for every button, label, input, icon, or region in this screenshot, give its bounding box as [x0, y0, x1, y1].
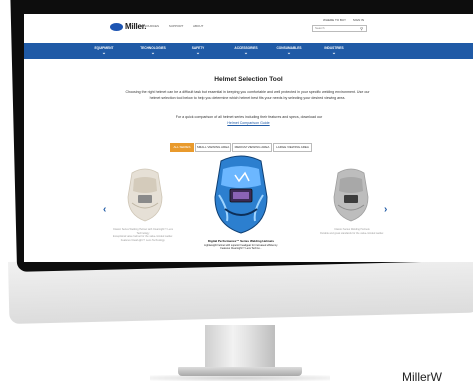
- chevron-down-icon: ⌄: [331, 50, 337, 56]
- brand-caption: MillerW: [402, 370, 442, 384]
- chevron-down-icon: ⌄: [101, 50, 107, 56]
- caption-title: Classic Series Welding Helmet with Clear…: [113, 228, 173, 235]
- utility-nav: RESOURCES SUPPORT ABOUT: [140, 24, 212, 28]
- search-input[interactable]: Search ⚲: [312, 25, 367, 32]
- chevron-down-icon: ⌄: [286, 50, 292, 56]
- monitor-stand-base: [178, 367, 302, 376]
- search-icon[interactable]: ⚲: [360, 26, 363, 31]
- nav-about[interactable]: ABOUT: [193, 24, 203, 28]
- chevron-down-icon: ⌄: [243, 50, 249, 56]
- nav-support[interactable]: SUPPORT: [169, 24, 183, 28]
- search-placeholder: Search: [315, 26, 325, 30]
- header-right-links: WHERE TO BUY SIGN IN: [323, 18, 370, 22]
- monitor-screen: Miller. RESOURCES SUPPORT ABOUT WHERE TO…: [24, 14, 473, 262]
- nav-consumables[interactable]: CONSUMABLES ⌄: [269, 46, 309, 56]
- carousel-next-chevron-icon[interactable]: ›: [384, 204, 387, 215]
- tab-medium-viewing-area[interactable]: MEDIUM VIEWING AREA: [232, 143, 272, 152]
- intro-text: Choosing the right helmet can be a diffi…: [125, 90, 370, 100]
- compare-text: For a quick comparison of all helmet ser…: [175, 115, 323, 119]
- digital-performance-helmet-image[interactable]: [209, 155, 273, 238]
- caption-title: Digital Performance™ Series Welding Helm…: [207, 239, 275, 243]
- tab-large-viewing-area[interactable]: LARGE VIEWING AREA: [273, 143, 312, 152]
- caption-subtitle: Durable and great standards for the valu…: [320, 231, 384, 235]
- site-header: Miller. RESOURCES SUPPORT ABOUT WHERE TO…: [24, 14, 473, 41]
- carousel-item-3-caption: Classic Series Welding Helmets Durable a…: [319, 228, 385, 235]
- comparison-guide-link[interactable]: Helmet Comparison Guide: [24, 121, 473, 125]
- nav-technologies[interactable]: TECHNOLOGIES ⌄: [133, 46, 173, 56]
- carousel-item-1-caption: Classic Series Welding Helmet with Clear…: [110, 228, 176, 242]
- tab-all-series[interactable]: ALL SERIES: [170, 143, 194, 152]
- chevron-down-icon: ⌄: [195, 50, 201, 56]
- carousel-prev-chevron-icon[interactable]: ‹: [103, 204, 106, 215]
- monitor-stand-neck: [205, 325, 275, 369]
- nav-resources[interactable]: RESOURCES: [140, 24, 159, 28]
- classic-helmet-image[interactable]: [124, 167, 166, 225]
- nav-accessories[interactable]: ACCESSORIES ⌄: [226, 46, 266, 56]
- miller-logo-icon: [110, 22, 123, 31]
- caption-subtitle: Exceptional value helmet for the value-m…: [113, 235, 173, 242]
- carousel-item-2-caption: Digital Performance™ Series Welding Helm…: [200, 239, 282, 251]
- page-title: Helmet Selection Tool: [214, 76, 283, 83]
- where-to-buy-link[interactable]: WHERE TO BUY: [323, 18, 346, 22]
- main-nav: EQUIPMENT ⌄ TECHNOLOGIES ⌄ SAFETY ⌄ ACCESSO…: [24, 43, 473, 59]
- chevron-down-icon: ⌄: [150, 50, 156, 56]
- nav-safety[interactable]: SAFETY ⌄: [178, 46, 218, 56]
- caption-subtitle: Lightweight helmet with superior headgea…: [204, 243, 278, 251]
- sign-in-link[interactable]: SIGN IN: [353, 18, 364, 22]
- nav-industries[interactable]: INDUSTRIES ⌄: [314, 46, 354, 56]
- classic-series-helmet-image[interactable]: [330, 167, 372, 225]
- tab-small-viewing-area[interactable]: SMALL VIEWING AREA: [195, 143, 231, 152]
- nav-equipment[interactable]: EQUIPMENT ⌄: [84, 46, 124, 56]
